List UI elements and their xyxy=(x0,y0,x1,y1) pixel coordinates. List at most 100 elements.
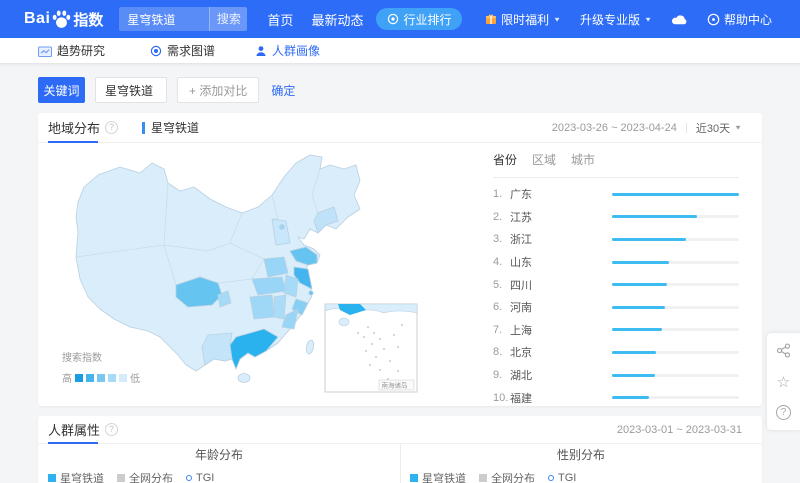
region-index-bar xyxy=(612,283,739,287)
top-header: Bai 指数 搜索 首页 最新动态 行业排行 xyxy=(0,0,800,38)
tab-province[interactable]: 省份 xyxy=(493,151,517,168)
legend-whole-network[interactable]: 全网分布 xyxy=(117,470,173,483)
inset-label: 南海诸岛 xyxy=(382,381,408,390)
demographic-body: 年龄分布 性别分布 星穹铁道 全网分布 TGI 星穹铁道 全网分布 TGI xyxy=(38,444,762,483)
baidu-paw-icon xyxy=(53,9,71,28)
demographic-date-range[interactable]: 2023-03-01 ~ 2023-03-31 xyxy=(617,424,742,436)
region-rank-row[interactable]: 4. 山东 xyxy=(493,251,739,274)
region-rank-row[interactable]: 9. 湖北 xyxy=(493,364,739,387)
rank-number: 8. xyxy=(493,346,503,359)
help-tooltip-icon[interactable]: ? xyxy=(105,121,119,134)
confirm-link[interactable]: 确定 xyxy=(271,82,295,99)
region-rank-panel: 省份 区域 城市 1. 广东 2. 江苏 3. 浙江 4. 山东 5. 四川 6. 河南 7. 上海 8. 北… xyxy=(493,151,739,409)
chevron-down-icon: ▼ xyxy=(734,123,742,132)
message-cloud-button[interactable] xyxy=(671,14,688,25)
tab-trend-research[interactable]: 趋势研究 xyxy=(38,38,105,63)
map-province-jiangxi xyxy=(273,294,287,320)
circle-outline-swatch xyxy=(548,475,554,481)
tab-city[interactable]: 城市 xyxy=(571,151,595,168)
question-icon[interactable]: ? xyxy=(776,405,791,420)
legend-keyword[interactable]: 星穹铁道 xyxy=(48,470,104,483)
region-rank-list: 1. 广东 2. 江苏 3. 浙江 4. 山东 5. 四川 6. 河南 7. 上海 8. 北京 9. 湖北 10. 福… xyxy=(493,183,739,409)
nav-home[interactable]: 首页 xyxy=(267,10,293,29)
legend-tgi[interactable]: TGI xyxy=(548,472,576,483)
rank-number: 4. xyxy=(493,256,503,269)
region-date-range[interactable]: 2023-03-26 ~ 2023-04-24 xyxy=(552,122,677,134)
region-rank-row[interactable]: 2. 江苏 xyxy=(493,206,739,229)
legend-tgi[interactable]: TGI xyxy=(186,472,214,483)
header-nav: 首页 最新动态 xyxy=(267,10,363,29)
nav-latest-news[interactable]: 最新动态 xyxy=(311,10,363,29)
tab-demand-graph-label: 需求图谱 xyxy=(167,44,216,58)
legend-gradient-square xyxy=(86,373,94,382)
map-island-taiwan[interactable] xyxy=(305,339,315,355)
baidu-index-logo[interactable]: Bai 指数 xyxy=(24,9,103,30)
period-dropdown[interactable]: 近30天 ▼ xyxy=(696,120,742,136)
promo-menu[interactable]: 限时福利 ▼ xyxy=(485,11,561,28)
series-label: 星穹铁道 xyxy=(151,121,200,135)
chevron-down-icon: ▼ xyxy=(553,15,562,23)
help-center-label: 帮助中心 xyxy=(723,12,772,27)
region-name: 湖北 xyxy=(510,370,532,383)
legend-keyword[interactable]: 星穹铁道 xyxy=(410,470,466,483)
search-input[interactable] xyxy=(119,12,210,26)
map-province-anhui xyxy=(283,274,299,298)
active-tab-underline xyxy=(48,141,98,143)
legend-whole-network[interactable]: 全网分布 xyxy=(479,470,535,483)
person-icon xyxy=(256,45,266,56)
help-center-menu[interactable]: 帮助中心 xyxy=(707,11,772,28)
region-name: 北京 xyxy=(510,347,532,360)
tab-trend-research-label: 趋势研究 xyxy=(57,44,106,58)
region-index-bar xyxy=(612,396,739,400)
rank-number: 10. xyxy=(493,391,509,404)
region-rank-row[interactable]: 8. 北京 xyxy=(493,341,739,364)
favorite-star-icon[interactable]: ☆ xyxy=(777,375,790,390)
region-rank-row[interactable]: 10. 福建 xyxy=(493,386,739,409)
trend-chart-icon xyxy=(38,46,52,57)
region-rank-row[interactable]: 6. 河南 xyxy=(493,296,739,319)
region-rank-row[interactable]: 5. 四川 xyxy=(493,273,739,296)
help-tooltip-icon[interactable]: ? xyxy=(105,423,119,436)
rank-number: 9. xyxy=(493,369,503,382)
keyword-bar: 关键词 + 添加对比 确定 xyxy=(38,77,800,103)
region-rank-row[interactable]: 1. 广东 xyxy=(493,183,739,206)
upgrade-menu[interactable]: 升级专业版 ▼ xyxy=(580,11,652,28)
help-center-icon xyxy=(707,13,720,25)
sub-navigation: 趋势研究 需求图谱 人群画像 xyxy=(0,38,800,63)
region-name: 上海 xyxy=(510,324,532,337)
rank-number: 3. xyxy=(493,233,503,246)
search-button[interactable]: 搜索 xyxy=(209,7,248,31)
circle-outline-swatch xyxy=(186,475,192,481)
share-icon[interactable] xyxy=(776,343,791,360)
age-panel-title: 年龄分布 xyxy=(194,448,243,462)
tab-audience-profile[interactable]: 人群画像 xyxy=(255,38,320,63)
upgrade-label: 升级专业版 xyxy=(580,12,641,27)
add-compare-button[interactable]: + 添加对比 xyxy=(177,77,260,103)
demographic-card: 人群属性 ? 2023-03-01 ~ 2023-03-31 年龄分布 性别分布… xyxy=(38,416,762,483)
tab-region[interactable]: 区域 xyxy=(532,151,556,168)
keyword-input[interactable] xyxy=(95,77,167,103)
map-island-hainan[interactable] xyxy=(237,373,251,383)
floating-toolbar: ☆ ? xyxy=(767,333,800,430)
map-legend: 搜索指数 高 低 xyxy=(62,349,140,385)
map-legend-title: 搜索指数 xyxy=(62,353,102,364)
region-rank-row[interactable]: 3. 浙江 xyxy=(493,228,739,251)
region-index-bar xyxy=(612,328,739,332)
demographic-card-header: 人群属性 ? 2023-03-01 ~ 2023-03-31 xyxy=(38,416,762,444)
rank-number: 6. xyxy=(493,301,503,314)
map-legend-squares xyxy=(75,373,127,382)
rank-number: 2. xyxy=(493,210,503,223)
region-rank-row[interactable]: 7. 上海 xyxy=(493,319,739,342)
region-rank-tabs: 省份 区域 城市 xyxy=(493,151,739,178)
map-province-beijing xyxy=(279,224,285,230)
gender-panel-title: 性别分布 xyxy=(556,448,605,462)
keyword-button[interactable]: 关键词 xyxy=(38,77,85,103)
cloud-icon xyxy=(671,14,687,24)
tab-demand-graph[interactable]: 需求图谱 xyxy=(150,38,215,63)
rank-number: 1. xyxy=(493,188,503,201)
legend-low-label: 低 xyxy=(130,374,140,385)
region-name: 河南 xyxy=(510,302,532,315)
rank-badge-icon xyxy=(388,13,399,25)
legend-gradient-square xyxy=(75,373,83,382)
industry-rank-button[interactable]: 行业排行 xyxy=(376,8,463,30)
